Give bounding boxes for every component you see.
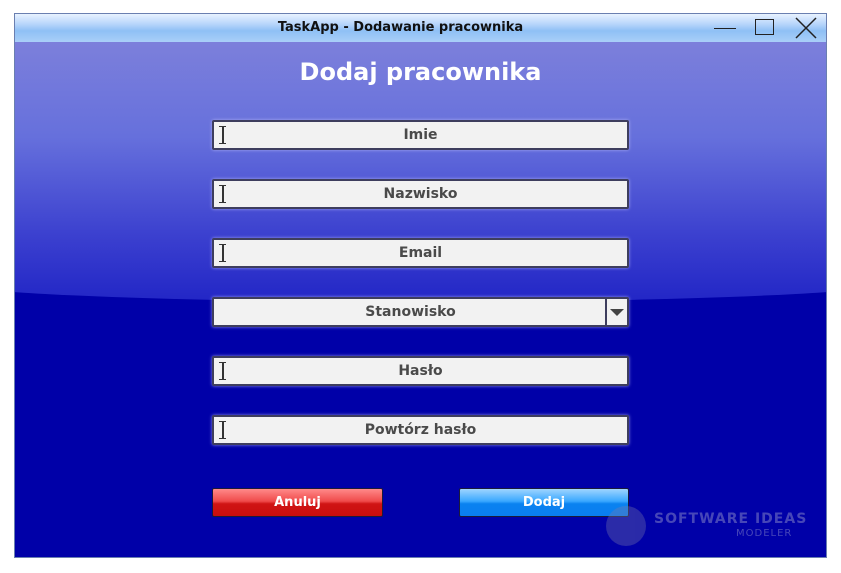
form-panel: Dodaj pracownika Imie Nazwisko Email Sta…	[15, 42, 826, 557]
password-input[interactable]: Hasło	[212, 356, 629, 386]
first-name-input[interactable]: Imie	[212, 120, 629, 150]
email-input[interactable]: Email	[212, 238, 629, 268]
cancel-button[interactable]: Anuluj	[212, 488, 383, 517]
repeat-password-placeholder: Powtórz hasło	[364, 422, 477, 438]
first-name-placeholder: Imie	[403, 127, 438, 143]
title-bar[interactable]: TaskApp - Dodawanie pracownika	[15, 14, 826, 43]
email-placeholder: Email	[398, 245, 443, 261]
window-title: TaskApp - Dodawanie pracownika	[277, 20, 524, 35]
close-icon[interactable]	[791, 16, 821, 40]
page-title: Dodaj pracownika	[299, 58, 542, 86]
last-name-input[interactable]: Nazwisko	[212, 179, 629, 209]
repeat-password-input[interactable]: Powtórz hasło	[212, 415, 629, 445]
position-placeholder: Stanowisko	[365, 304, 456, 320]
last-name-placeholder: Nazwisko	[383, 186, 458, 202]
watermark: SOFTWARE IDEAS MODELER	[606, 506, 816, 546]
watermark-text: SOFTWARE IDEAS	[654, 511, 808, 527]
password-placeholder: Hasło	[398, 363, 443, 379]
minimize-icon[interactable]	[710, 16, 740, 40]
maximize-icon[interactable]	[750, 16, 780, 40]
chevron-down-icon[interactable]	[605, 299, 627, 325]
add-button[interactable]: Dodaj	[459, 488, 629, 517]
app-window: TaskApp - Dodawanie pracownika Dodaj pra…	[14, 13, 827, 558]
position-select[interactable]: Stanowisko	[212, 297, 629, 327]
watermark-logo-icon	[606, 506, 646, 546]
watermark-subtext: MODELER	[736, 528, 793, 539]
